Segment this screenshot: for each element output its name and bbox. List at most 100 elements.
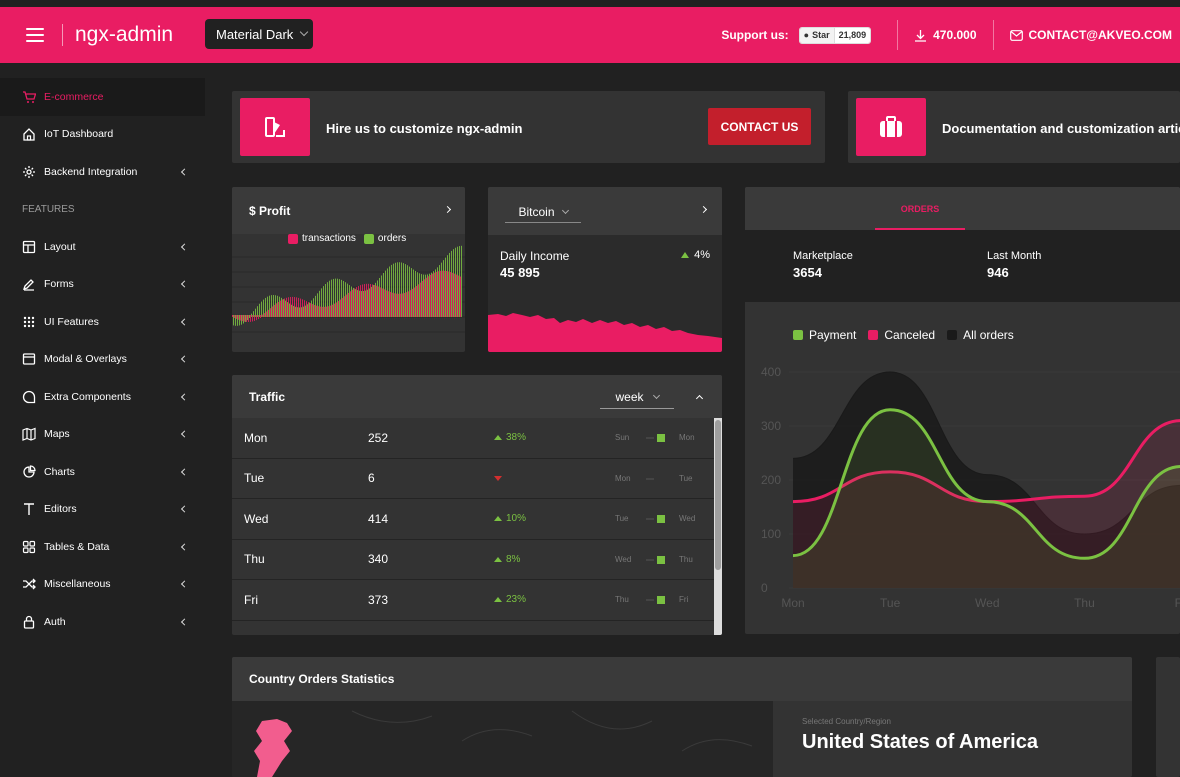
- chevron-up-icon[interactable]: [695, 394, 704, 403]
- app-logo[interactable]: ngx-admin: [75, 23, 173, 47]
- sidebar-item-maps[interactable]: Maps: [0, 416, 205, 454]
- scrollbar-track[interactable]: [714, 418, 722, 635]
- profit-bar: [329, 280, 330, 317]
- profit-bar: [371, 286, 372, 317]
- menu-toggle-icon[interactable]: [26, 28, 44, 42]
- profit-bar: [393, 263, 394, 317]
- chevron-right-icon[interactable]: [699, 205, 708, 214]
- sidebar-item-charts[interactable]: Charts: [0, 453, 205, 491]
- sidebar-item-editors[interactable]: Editors: [0, 491, 205, 529]
- contact-us-button[interactable]: CONTACT US: [708, 108, 811, 145]
- profit-bar: [451, 250, 452, 317]
- daily-income-change: 4%: [681, 249, 710, 261]
- traffic-value: 373: [368, 592, 389, 607]
- profit-bar: [444, 270, 445, 317]
- contact-email-link[interactable]: CONTACT@AKVEO.COM: [994, 28, 1180, 42]
- chevron-down-icon: [300, 27, 309, 37]
- github-star-button[interactable]: ● Star 21,809: [798, 26, 872, 44]
- profit-bar: [274, 304, 275, 317]
- profit-bar: [386, 290, 387, 317]
- profit-bar: [277, 295, 278, 317]
- sidebar-item-backend-integration[interactable]: Backend Integration: [0, 153, 205, 191]
- period-select[interactable]: week: [600, 385, 674, 409]
- profit-bar: [392, 292, 393, 317]
- traffic-delta: 38%: [494, 432, 526, 443]
- profit-card-header[interactable]: $ Profit: [232, 187, 465, 234]
- profit-bar: [459, 246, 460, 317]
- profit-bar: [275, 295, 276, 317]
- currency-select[interactable]: Bitcoin: [505, 201, 581, 223]
- sidebar-item-auth[interactable]: Auth: [0, 603, 205, 641]
- legend-label: All orders: [963, 328, 1014, 342]
- profit-bar: [342, 297, 343, 317]
- table-row: Thu 340 8% Wed Thu: [232, 540, 722, 580]
- theme-select[interactable]: Material Dark: [205, 19, 313, 49]
- profit-bar: [241, 315, 242, 325]
- profit-bar: [337, 278, 338, 317]
- sidebar-item-miscellaneous[interactable]: Miscellaneous: [0, 566, 205, 604]
- sidebar-item-ui-features[interactable]: UI Features: [0, 303, 205, 341]
- profit-bar: [379, 277, 380, 317]
- sidebar-item-layout[interactable]: Layout: [0, 228, 205, 266]
- profit-bar: [382, 288, 383, 317]
- profit-bar: [301, 307, 302, 317]
- bitcoin-card: Bitcoin Daily Income 45 895 4%: [488, 187, 722, 352]
- profit-bar: [357, 290, 358, 317]
- traffic-delta-value: 8%: [506, 553, 521, 565]
- profit-bar: [461, 245, 462, 317]
- chevron-left-icon: [180, 318, 189, 326]
- profit-bar: [403, 263, 404, 317]
- profit-bar: [374, 284, 375, 317]
- profit-bar: [372, 284, 373, 317]
- profit-bar: [261, 301, 262, 317]
- profit-bar: [438, 271, 439, 317]
- arrow-up-icon: [494, 597, 502, 603]
- sidebar-item-tables-data[interactable]: Tables & Data: [0, 528, 205, 566]
- docs-card[interactable]: Documentation and customization artic: [848, 91, 1180, 163]
- sidebar-item-extra-components[interactable]: Extra Components: [0, 378, 205, 416]
- selected-country-name: United States of America: [802, 731, 1038, 753]
- profit-bar: [375, 282, 376, 317]
- profit-bar: [410, 290, 411, 317]
- scrollbar-thumb[interactable]: [715, 420, 721, 570]
- mini-bar-cur: [657, 515, 665, 523]
- contact-email: CONTACT@AKVEO.COM: [1028, 28, 1172, 42]
- profit-bar: [339, 279, 340, 317]
- mail-icon: [1009, 29, 1023, 41]
- traffic-value: 414: [368, 511, 389, 526]
- profit-bar: [396, 293, 397, 317]
- profit-bar: [411, 268, 412, 317]
- profit-bar: [278, 301, 279, 317]
- chevron-left-icon: [180, 168, 189, 176]
- profit-bar: [425, 274, 426, 317]
- github-star-label: Star: [812, 30, 830, 40]
- legend-swatch: [363, 233, 374, 244]
- profit-bar: [385, 270, 386, 317]
- traffic-card: Traffic week Mon 252 38% Sun Mon Tue 6 Mon Tue We…: [232, 375, 722, 635]
- downloads-link[interactable]: 470.000: [898, 28, 992, 42]
- profit-bar: [256, 315, 257, 321]
- profit-bar: [384, 289, 385, 317]
- tab-orders[interactable]: ORDERS: [875, 187, 965, 230]
- profit-bar: [448, 271, 449, 317]
- profit-bar: [257, 306, 258, 317]
- profit-bar: [245, 315, 246, 322]
- sidebar-item-forms[interactable]: Forms: [0, 266, 205, 304]
- cart-icon: [22, 90, 36, 104]
- world-map[interactable]: [232, 701, 773, 777]
- sidebar-item-modal-overlays[interactable]: Modal & Overlays: [0, 341, 205, 379]
- profit-bar: [455, 247, 456, 317]
- profit-bar: [367, 289, 368, 317]
- profit-bar: [300, 298, 301, 317]
- profit-bar: [407, 265, 408, 317]
- sidebar-item-e-commerce[interactable]: E-commerce: [0, 78, 205, 116]
- profit-bar: [450, 272, 451, 317]
- sidebar-item-iot-dashboard[interactable]: IoT Dashboard: [0, 116, 205, 154]
- sidebar-item-label: Editors: [44, 503, 77, 516]
- traffic-cur-day: Thu: [679, 554, 693, 564]
- profit-bar: [263, 299, 264, 317]
- profit-bar: [283, 299, 284, 317]
- chevron-right-icon[interactable]: [443, 205, 452, 214]
- sidebar-item-label: Charts: [44, 465, 75, 478]
- profit-bar: [390, 292, 391, 317]
